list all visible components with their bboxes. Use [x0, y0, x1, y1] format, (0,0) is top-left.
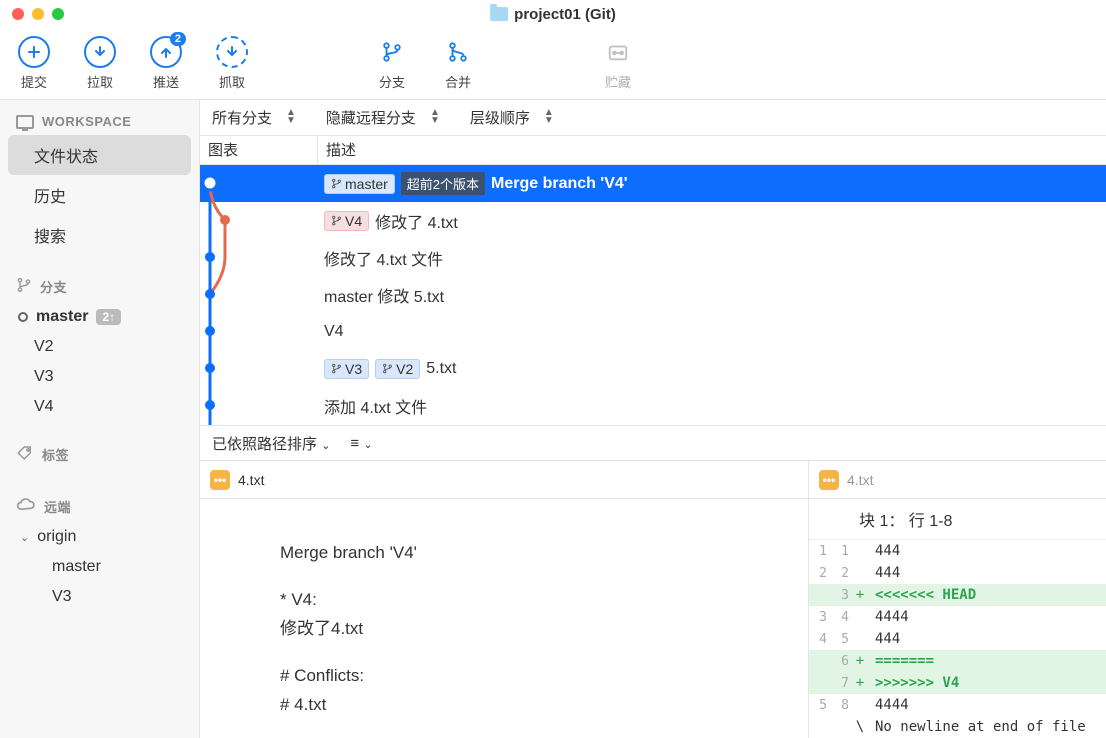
filter-hide-remote[interactable]: 隐藏远程分支 ▲▼ [326, 107, 440, 128]
diff-line: 6+======= [809, 650, 1106, 672]
updown-icon: ▲▼ [286, 109, 296, 125]
push-button[interactable]: 2 推送 [150, 36, 182, 91]
titlebar: project01 (Git) [0, 0, 1106, 28]
maximize-window-icon[interactable] [52, 8, 64, 20]
cloud-icon [16, 497, 36, 516]
sort-dropdown[interactable]: 已依照路径排序 ⌄ [212, 433, 330, 454]
sidebar-branch-v4[interactable]: V4 [0, 392, 199, 422]
monitor-icon [16, 115, 34, 129]
diff-line: 7+>>>>>>> V4 [809, 672, 1106, 694]
commit-desc: master 修改 5.txt [324, 283, 444, 307]
filter-bar: 所有分支 ▲▼ 隐藏远程分支 ▲▼ 层级顺序 ▲▼ [200, 100, 1106, 136]
filter-tier-order[interactable]: 层级顺序 ▲▼ [470, 107, 554, 128]
commit-row[interactable]: V4 修改了 4.txt [200, 202, 1106, 239]
diff-line: 22444 [809, 562, 1106, 584]
minimize-window-icon[interactable] [32, 8, 44, 20]
branches-header[interactable]: 分支 [0, 271, 199, 302]
commit-row[interactable]: V4 [200, 313, 1106, 350]
sidebar-item-history[interactable]: 历史 [0, 175, 199, 215]
commit-row[interactable]: master 修改 5.txt [200, 276, 1106, 313]
chevron-down-icon: ⌄ [363, 439, 372, 451]
file-name: 4.txt [847, 472, 873, 488]
sidebar-item-file-status[interactable]: 文件状态 [8, 135, 191, 175]
sidebar-branch-v3[interactable]: V3 [0, 362, 199, 392]
branch-button[interactable]: 分支 [376, 36, 408, 91]
diff-line: 584444 [809, 694, 1106, 716]
merge-button[interactable]: 合并 [442, 36, 474, 91]
current-branch-dot-icon [18, 312, 28, 322]
sidebar-item-search[interactable]: 搜索 [0, 215, 199, 255]
sidebar: WORKSPACE 文件状态 历史 搜索 分支 master 2↑ V2 V3 … [0, 100, 200, 738]
commit-row[interactable]: 修改了 4.txt 文件 [200, 239, 1106, 276]
sort-bar: 已依照路径排序 ⌄ ≡ ⌄ [200, 425, 1106, 461]
file-name: 4.txt [238, 472, 264, 488]
filter-all-branches[interactable]: 所有分支 ▲▼ [212, 107, 296, 128]
stash-button[interactable]: 贮藏 [602, 36, 634, 91]
commit-desc: Merge branch 'V4' [491, 175, 628, 193]
commit-row[interactable]: master 超前2个版本 Merge branch 'V4' [200, 165, 1106, 202]
branch-tag: master [324, 174, 395, 194]
col-desc[interactable]: 描述 [318, 139, 356, 160]
commit-list: master 超前2个版本 Merge branch 'V4' V4 修改了 4… [200, 165, 1106, 425]
commit-desc: 修改了 4.txt [375, 209, 458, 233]
pull-button[interactable]: 拉取 [84, 36, 116, 91]
file-modified-icon: ••• [819, 470, 839, 490]
branch-icon [16, 277, 32, 296]
branch-tag: V4 [324, 211, 369, 231]
chevron-down-icon: ⌄ [20, 531, 29, 544]
sidebar-remote-branch-master[interactable]: master [0, 552, 199, 582]
column-header: 图表 描述 [200, 136, 1106, 166]
sidebar-branch-master[interactable]: master 2↑ [0, 302, 199, 332]
sidebar-branch-v2[interactable]: V2 [0, 332, 199, 362]
file-tab-right[interactable]: ••• 4.txt [809, 461, 1106, 499]
diff-line: 45444 [809, 628, 1106, 650]
remotes-header[interactable]: 远端 [0, 491, 199, 522]
sidebar-remote-origin[interactable]: ⌄ origin [0, 522, 199, 552]
updown-icon: ▲▼ [544, 109, 554, 125]
updown-icon: ▲▼ [430, 109, 440, 125]
push-badge: 2 [170, 32, 186, 46]
ahead-badge: 2↑ [96, 309, 121, 325]
fetch-button[interactable]: 抓取 [216, 36, 248, 91]
col-graph[interactable]: 图表 [200, 136, 318, 165]
toolbar: 提交 拉取 2 推送 抓取 分支 合并 贮藏 [0, 28, 1106, 100]
commit-desc: 5.txt [426, 360, 456, 378]
commit-desc: 修改了 4.txt 文件 [324, 246, 443, 270]
hunk-header: 块 1： 行 1-8 [809, 499, 1106, 540]
ahead-tag: 超前2个版本 [401, 172, 485, 195]
diff-line: 344444 [809, 606, 1106, 628]
sidebar-remote-branch-v3[interactable]: V3 [0, 582, 199, 612]
view-options[interactable]: ≡ ⌄ [350, 435, 372, 452]
file-modified-icon: ••• [210, 470, 230, 490]
chevron-down-icon: ⌄ [321, 440, 330, 452]
diff-line: 11444 [809, 540, 1106, 562]
tag-icon [16, 444, 34, 465]
diff-line: \No newline at end of file [809, 716, 1106, 738]
branch-tag: V2 [375, 359, 420, 379]
close-window-icon[interactable] [12, 8, 24, 20]
commit-desc: V4 [324, 323, 344, 341]
file-tab-left[interactable]: ••• 4.txt [200, 461, 808, 499]
commit-message: Merge branch 'V4' * V4: 修改了4.txt # Confl… [200, 499, 808, 719]
commit-row[interactable]: V3 V2 5.txt [200, 350, 1106, 387]
window-title: project01 (Git) [514, 6, 616, 23]
diff-line: 3+<<<<<<< HEAD [809, 584, 1106, 606]
diff-view: 11444224443+<<<<<<< HEAD344444454446+===… [809, 540, 1106, 738]
commit-button[interactable]: 提交 [18, 36, 50, 91]
workspace-header: WORKSPACE [0, 108, 199, 135]
folder-icon [490, 7, 508, 21]
commit-row[interactable]: 添加 4.txt 文件 [200, 387, 1106, 424]
branch-tag: V3 [324, 359, 369, 379]
tags-header[interactable]: 标签 [0, 438, 199, 471]
commit-desc: 添加 4.txt 文件 [324, 394, 427, 418]
